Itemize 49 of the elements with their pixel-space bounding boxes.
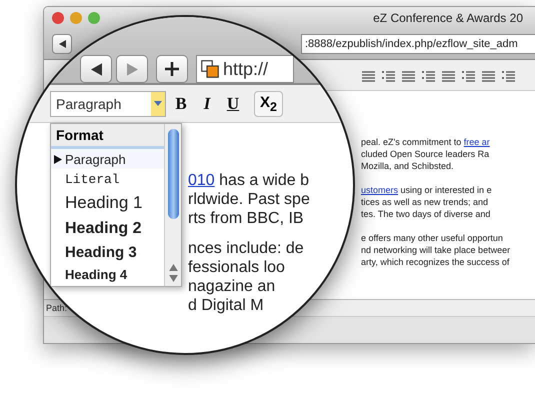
format-option[interactable]: Heading 4	[51, 264, 164, 284]
paragraph-text: arty, which recognizes the success of	[361, 256, 510, 268]
paragraph-text: nd networking will take place betweer	[361, 244, 512, 256]
format-option[interactable]: Paragraph	[51, 149, 164, 169]
plus-icon	[165, 62, 179, 76]
format-option[interactable]: Heading 1	[51, 190, 164, 216]
scroll-up-icon[interactable]	[168, 264, 178, 271]
squares-icon	[201, 60, 219, 78]
text-link[interactable]: ustomers	[361, 185, 398, 195]
format-option[interactable]: Heading 2	[51, 216, 164, 241]
paragraph-text: nagazine an	[188, 277, 276, 296]
paragraph-text: tes. The two days of diverse and	[361, 208, 492, 220]
format-option[interactable]: Literal	[51, 169, 164, 190]
add-button[interactable]	[156, 55, 188, 83]
path-label: Path:	[46, 303, 68, 313]
scrollbar[interactable]	[164, 124, 181, 286]
paragraph-text: Mozilla, and Schibsted.	[361, 160, 455, 172]
paragraph-text: nces include: de	[188, 239, 305, 258]
paragraph-text: rts from BBC, IB	[188, 209, 305, 228]
caret-icon	[154, 101, 162, 106]
text-link[interactable]: free ar	[464, 137, 490, 147]
left-triangle-icon	[58, 40, 66, 48]
format-button[interactable]: B	[170, 90, 192, 116]
window-title: eZ Conference & Awards 20	[373, 11, 524, 25]
paragraph-text: ustomers using or interested in e	[361, 184, 493, 196]
back-button[interactable]	[80, 55, 112, 83]
paragraph-text: tices as well as new trends; and	[361, 196, 490, 208]
dropdown-header: Format	[51, 124, 164, 149]
back-button[interactable]	[52, 34, 72, 54]
paragraph-text: rldwide. Past spe	[188, 190, 310, 209]
left-triangle-icon	[90, 62, 102, 76]
selected-triangle-icon	[54, 154, 62, 164]
format-option[interactable]: Heading 3	[51, 241, 164, 264]
paragraph-text: cluded Open Source leaders Ra	[361, 148, 490, 160]
address-field[interactable]: http://	[196, 55, 294, 83]
text-link[interactable]: 010	[188, 172, 215, 189]
close-icon[interactable]	[52, 12, 64, 24]
paragraph-text: e offers many other useful opportun	[361, 232, 504, 244]
format-button[interactable]: U	[222, 90, 244, 116]
paragraph-text: peal. eZ's commitment to free ar	[361, 136, 491, 148]
paragraph-text: 010 has a wide b	[188, 171, 310, 190]
scroll-down-icon[interactable]	[168, 275, 178, 282]
right-triangle-icon	[126, 62, 138, 76]
paragraph-text: d Digital M	[188, 296, 265, 315]
paragraph-text: fessionals loo	[188, 258, 286, 277]
address-field[interactable]: :8888/ezpublish/index.php/ezflow_site_adm	[301, 34, 535, 54]
format-button[interactable]: I	[196, 90, 218, 116]
subscript-button[interactable]: X$_{2}$	[254, 90, 283, 116]
format-select[interactable]: Paragraph	[50, 90, 166, 116]
